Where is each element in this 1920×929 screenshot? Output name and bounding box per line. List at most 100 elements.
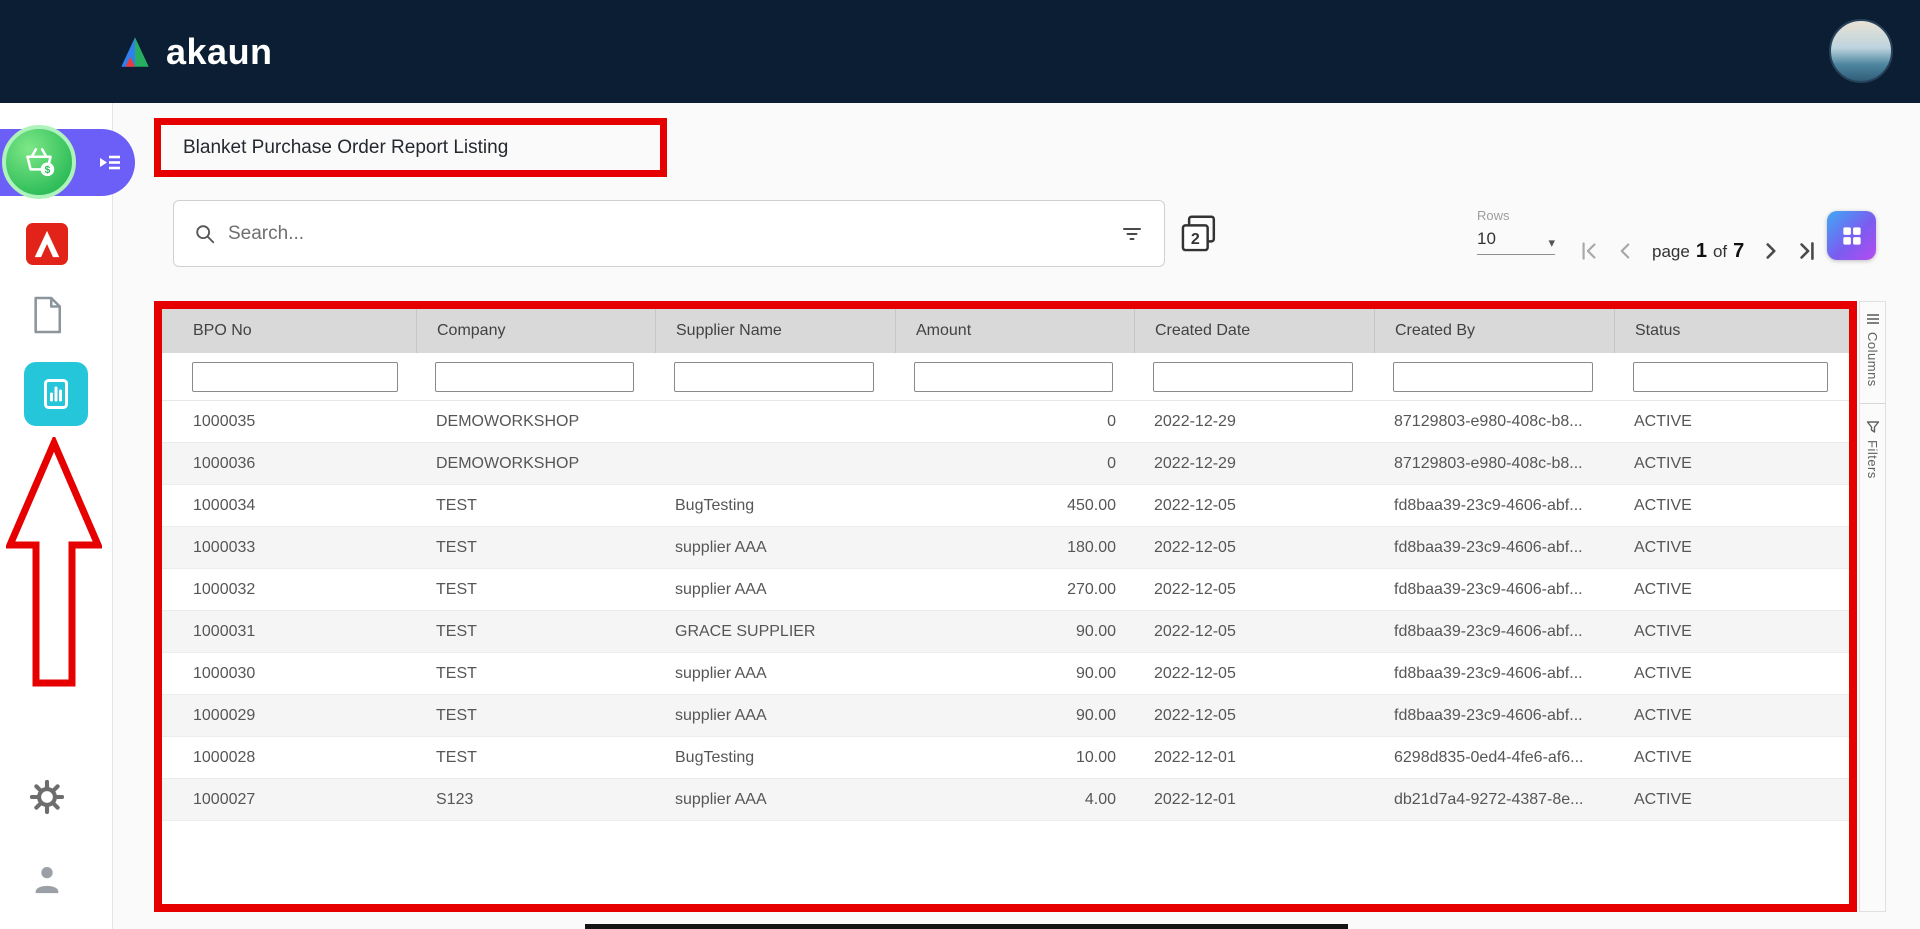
cell-created-date: 2022-12-29	[1134, 455, 1374, 473]
cell-created-date: 2022-12-01	[1134, 791, 1374, 809]
document-icon	[30, 295, 64, 335]
pdf-icon	[26, 223, 68, 265]
rows-per-page-control: Rows 10 ▾	[1477, 208, 1567, 255]
column-header-supplier-name[interactable]: Supplier Name	[655, 309, 895, 353]
column-header-bpo-no[interactable]: BPO No	[162, 309, 416, 353]
column-filter-input-amount[interactable]	[914, 362, 1113, 392]
svg-text:2: 2	[1191, 230, 1200, 248]
first-page-icon[interactable]	[1576, 238, 1602, 264]
cell-status: ACTIVE	[1614, 707, 1849, 725]
next-page-icon[interactable]	[1758, 238, 1784, 264]
rows-per-page-select[interactable]: 10 ▾	[1477, 229, 1555, 255]
cell-amount: 10.00	[895, 749, 1134, 767]
logo[interactable]: akaun	[116, 0, 273, 103]
cell-supplier-name: supplier AAA	[655, 539, 895, 557]
column-header-company[interactable]: Company	[416, 309, 655, 353]
column-filter-input-company[interactable]	[435, 362, 634, 392]
cell-supplier-name: supplier AAA	[655, 665, 895, 683]
sidebar-toggle-icon[interactable]	[96, 149, 123, 176]
grid-view-button[interactable]	[1827, 211, 1876, 260]
column-filter-input-bpo-no[interactable]	[192, 362, 398, 392]
cell-company: TEST	[416, 665, 655, 683]
cell-amount: 450.00	[895, 497, 1134, 515]
cell-company: DEMOWORKSHOP	[416, 455, 655, 473]
cell-created-date: 2022-12-29	[1134, 413, 1374, 431]
table-row[interactable]: 1000028TESTBugTesting10.002022-12-016298…	[162, 737, 1849, 779]
cell-company: TEST	[416, 539, 655, 557]
person-icon	[30, 862, 64, 896]
report-chart-icon	[38, 376, 74, 412]
table-row[interactable]: 1000030TESTsupplier AAA90.002022-12-05fd…	[162, 653, 1849, 695]
table-row[interactable]: 1000035DEMOWORKSHOP02022-12-2987129803-e…	[162, 401, 1849, 443]
table-row[interactable]: 1000034TESTBugTesting450.002022-12-05fd8…	[162, 485, 1849, 527]
bottom-black-bar	[585, 924, 1348, 929]
cell-amount: 0	[895, 455, 1134, 473]
cell-created-by: 6298d835-0ed4-4fe6-af6...	[1374, 749, 1614, 767]
column-filter-input-created-by[interactable]	[1393, 362, 1593, 392]
table-row[interactable]: 1000029TESTsupplier AAA90.002022-12-05fd…	[162, 695, 1849, 737]
search-icon	[194, 223, 216, 245]
cell-bpo-no: 1000035	[162, 413, 416, 431]
cell-amount: 90.00	[895, 623, 1134, 641]
shopping-basket-icon: $	[18, 141, 60, 183]
filter-cell-amount	[895, 353, 1134, 401]
sidebar-item-pdf[interactable]	[25, 222, 69, 266]
cell-bpo-no: 1000029	[162, 707, 416, 725]
cell-status: ACTIVE	[1614, 455, 1849, 473]
search-input[interactable]	[228, 223, 1108, 245]
filters-panel-toggle[interactable]: Filters	[1865, 410, 1880, 489]
table-annotation-box: BPO NoCompanySupplier NameAmountCreated …	[154, 301, 1857, 912]
columns-panel-toggle[interactable]: Columns	[1865, 302, 1880, 397]
table-row[interactable]: 1000031TESTGRACE SUPPLIER90.002022-12-05…	[162, 611, 1849, 653]
table-row[interactable]: 1000033TESTsupplier AAA180.002022-12-05f…	[162, 527, 1849, 569]
cell-amount: 270.00	[895, 581, 1134, 599]
sidebar-item-settings[interactable]	[25, 775, 69, 819]
gear-icon	[28, 778, 66, 816]
cell-bpo-no: 1000034	[162, 497, 416, 515]
cell-created-by: fd8baa39-23c9-4606-abf...	[1374, 707, 1614, 725]
table-side-panel: Columns Filters	[1859, 301, 1886, 912]
cell-company: S123	[416, 791, 655, 809]
svg-text:$: $	[44, 164, 50, 176]
column-header-created-by[interactable]: Created By	[1374, 309, 1614, 353]
cell-bpo-no: 1000027	[162, 791, 416, 809]
cell-amount: 180.00	[895, 539, 1134, 557]
filter-cell-bpo-no	[162, 353, 416, 401]
column-header-amount[interactable]: Amount	[895, 309, 1134, 353]
cell-bpo-no: 1000032	[162, 581, 416, 599]
avatar[interactable]	[1829, 19, 1893, 83]
prev-page-icon[interactable]	[1612, 238, 1638, 264]
column-header-created-date[interactable]: Created Date	[1134, 309, 1374, 353]
column-filter-input-created-date[interactable]	[1153, 362, 1353, 392]
cell-created-by: fd8baa39-23c9-4606-abf...	[1374, 623, 1614, 641]
cell-status: ACTIVE	[1614, 749, 1849, 767]
search-bar	[173, 200, 1165, 267]
filter-funnel-icon[interactable]	[1120, 222, 1144, 246]
pages-count-icon[interactable]: 2	[1178, 213, 1220, 255]
cell-created-by: 87129803-e980-408c-b8...	[1374, 413, 1614, 431]
table-row[interactable]: 1000036DEMOWORKSHOP02022-12-2987129803-e…	[162, 443, 1849, 485]
sidebar-item-profile[interactable]	[25, 857, 69, 901]
filter-cell-status	[1614, 353, 1849, 401]
cell-status: ACTIVE	[1614, 581, 1849, 599]
table-row[interactable]: 1000032TESTsupplier AAA270.002022-12-05f…	[162, 569, 1849, 611]
sidebar-item-document[interactable]	[25, 293, 69, 337]
column-filter-input-supplier-name[interactable]	[674, 362, 874, 392]
annotation-arrow	[6, 437, 102, 689]
purchasing-module-icon[interactable]: $	[2, 125, 76, 199]
cell-bpo-no: 1000030	[162, 665, 416, 683]
cell-supplier-name: supplier AAA	[655, 707, 895, 725]
column-header-status[interactable]: Status	[1614, 309, 1849, 353]
filters-panel-label: Filters	[1865, 440, 1880, 479]
rows-label: Rows	[1477, 208, 1567, 223]
page-title: Blanket Purchase Order Report Listing	[183, 137, 508, 159]
table-row[interactable]: 1000027S123supplier AAA4.002022-12-01db2…	[162, 779, 1849, 821]
filter-cell-created-date	[1134, 353, 1374, 401]
last-page-icon[interactable]	[1794, 238, 1820, 264]
rows-per-page-value: 10	[1477, 229, 1496, 249]
sidebar-item-report-listing[interactable]	[24, 362, 88, 426]
cell-status: ACTIVE	[1614, 413, 1849, 431]
cell-supplier-name: BugTesting	[655, 497, 895, 515]
column-filter-input-status[interactable]	[1633, 362, 1828, 392]
page-indicator: page 1 of 7	[1652, 240, 1744, 263]
